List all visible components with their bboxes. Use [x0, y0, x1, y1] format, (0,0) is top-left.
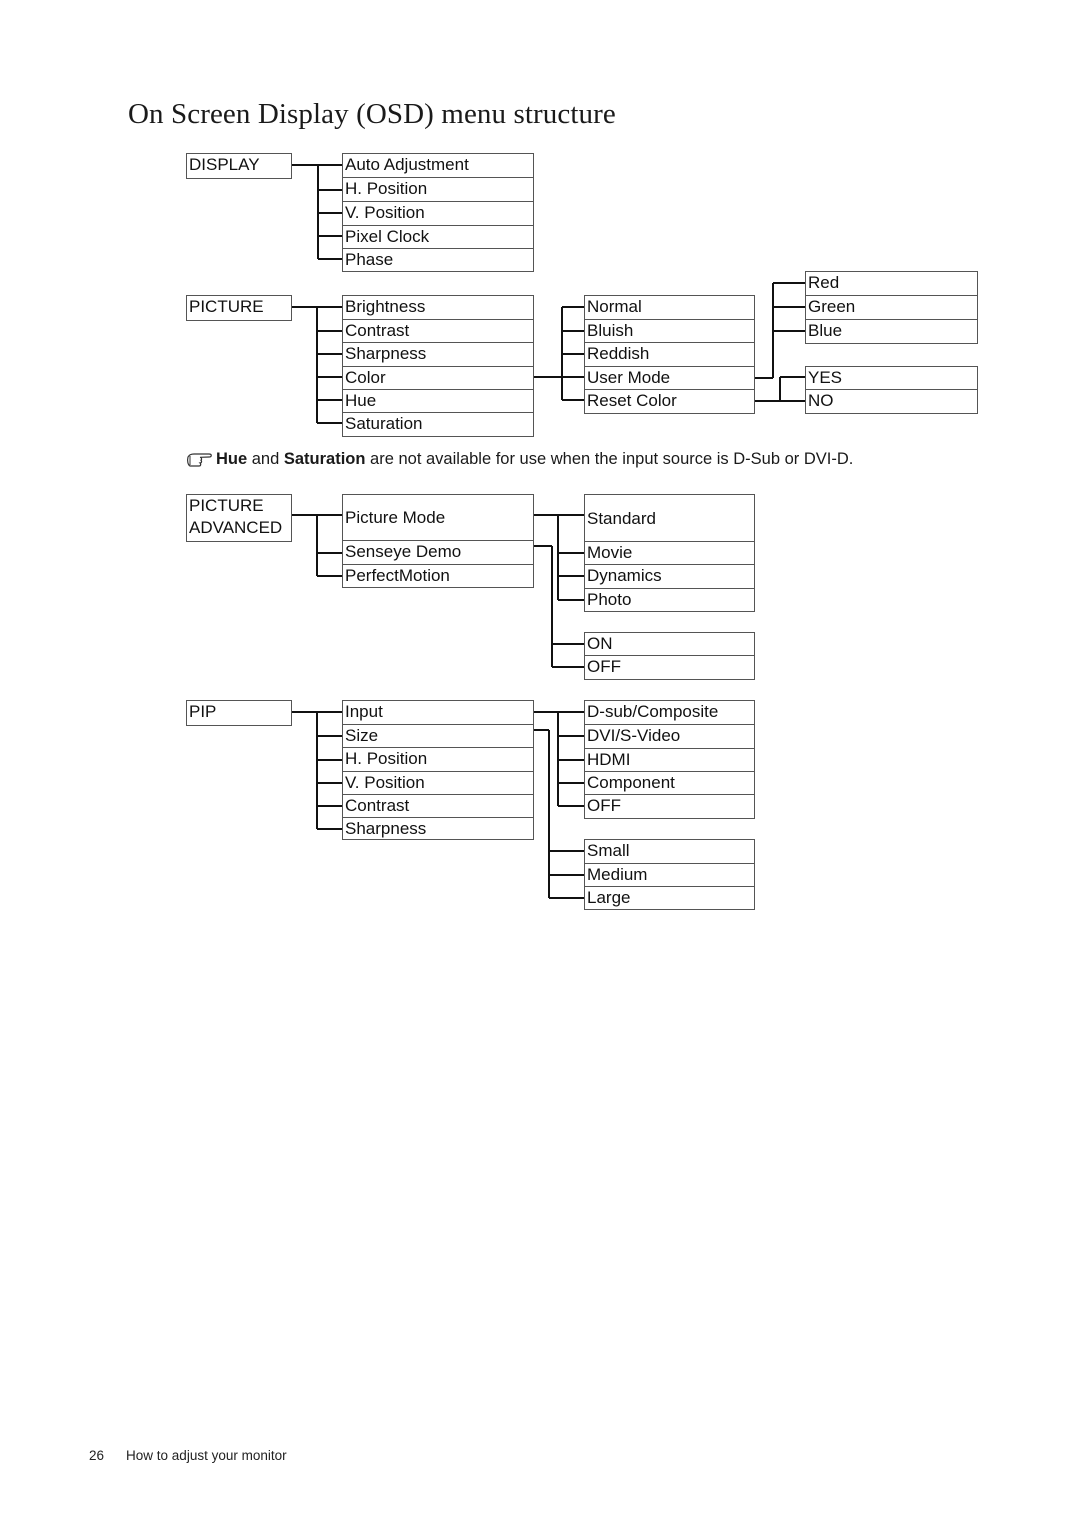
picture-advanced-item: Picture Mode — [342, 494, 534, 541]
picture-item: Sharpness — [342, 343, 534, 367]
picture-mode-option: Movie — [584, 542, 755, 565]
pip-size-option: Large — [584, 887, 755, 910]
senseye-demo-option: OFF — [584, 656, 755, 680]
color-option: Reset Color — [584, 390, 755, 414]
picture-item: Saturation — [342, 413, 534, 437]
note-text: and — [247, 450, 284, 468]
pip-item: V. Position — [342, 772, 534, 795]
display-item: Pixel Clock — [342, 226, 534, 249]
reset-color-option: NO — [805, 390, 978, 414]
picture-advanced-item: PerfectMotion — [342, 565, 534, 588]
menu-label-line: ADVANCED — [189, 518, 283, 537]
picture-mode-option: Photo — [584, 589, 755, 612]
picture-item: Contrast — [342, 320, 534, 343]
pip-size-option: Medium — [584, 864, 755, 887]
picture-mode-option: Standard — [584, 494, 755, 542]
display-item: Auto Adjustment — [342, 153, 534, 178]
footer-section: How to adjust your monitor — [126, 1448, 287, 1463]
pip-item: Size — [342, 725, 534, 748]
color-option: Reddish — [584, 343, 755, 367]
senseye-demo-option: ON — [584, 632, 755, 656]
display-item: V. Position — [342, 202, 534, 226]
pip-item: Contrast — [342, 795, 534, 818]
note: Hue and Saturation are not available for… — [186, 450, 853, 473]
menu-label-line: PICTURE — [189, 496, 264, 515]
note-text: are not available for use when the input… — [365, 450, 854, 468]
pip-input-option: DVI/S-Video — [584, 725, 755, 749]
note-bold-hue: Hue — [216, 450, 248, 468]
pip-size-option: Small — [584, 839, 755, 864]
display-item: H. Position — [342, 178, 534, 202]
page-title: On Screen Display (OSD) menu structure — [128, 98, 616, 130]
picture-item: Brightness — [342, 295, 534, 320]
user-mode-option: Blue — [805, 320, 978, 344]
menu-picture: PICTURE — [186, 295, 292, 321]
note-bold-saturation: Saturation — [283, 450, 366, 468]
color-option: Bluish — [584, 320, 755, 343]
picture-item: Hue — [342, 390, 534, 413]
pip-input-option: D-sub/Composite — [584, 700, 755, 725]
reset-color-option: YES — [805, 366, 978, 390]
pip-input-option: HDMI — [584, 749, 755, 772]
connector-lines — [292, 164, 805, 899]
user-mode-option: Red — [805, 271, 978, 296]
display-item: Phase — [342, 249, 534, 272]
picture-mode-option: Dynamics — [584, 565, 755, 589]
picture-advanced-item: Senseye Demo — [342, 541, 534, 565]
menu-display: DISPLAY — [186, 153, 292, 179]
menu-picture-advanced: PICTURE ADVANCED — [186, 494, 292, 542]
pip-item: Sharpness — [342, 818, 534, 840]
user-mode-option: Green — [805, 296, 978, 320]
page-number: 26 — [89, 1448, 105, 1463]
pip-item: Input — [342, 700, 534, 725]
pointing-hand-icon — [186, 452, 216, 473]
page-footer: 26 How to adjust your monitor — [89, 1448, 287, 1463]
pip-item: H. Position — [342, 748, 534, 772]
pip-input-option: OFF — [584, 795, 755, 819]
color-option: Normal — [584, 295, 755, 320]
picture-item: Color — [342, 367, 534, 390]
color-option: User Mode — [584, 367, 755, 390]
menu-pip: PIP — [186, 700, 292, 726]
pip-input-option: Component — [584, 772, 755, 795]
